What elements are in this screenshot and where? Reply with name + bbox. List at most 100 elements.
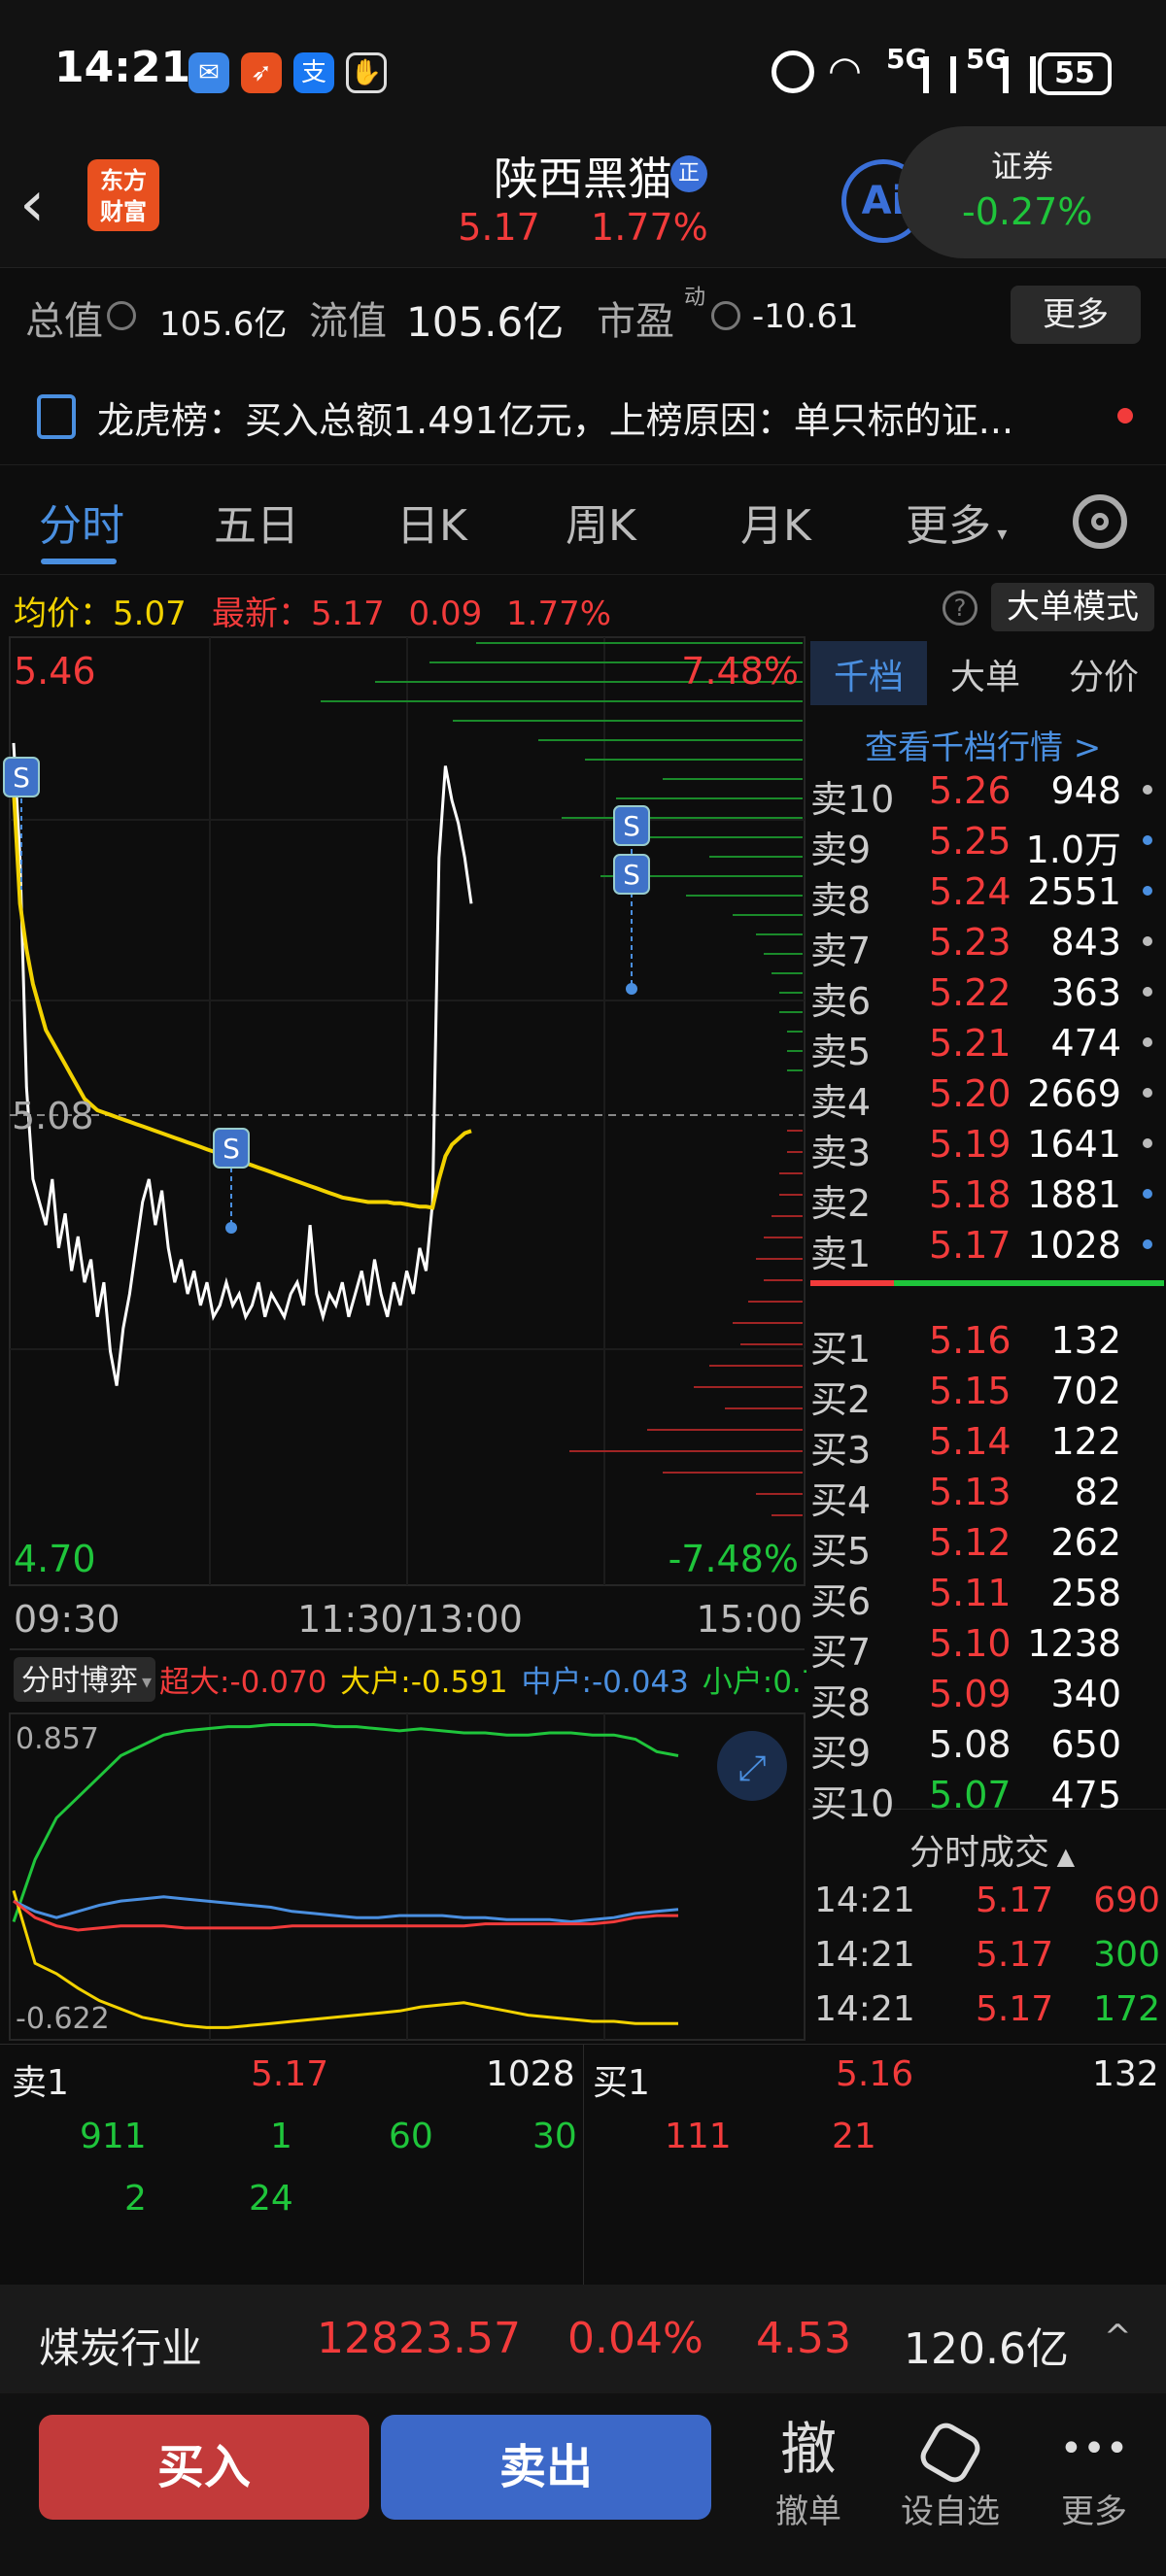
expand-icon: ⤢ bbox=[738, 1748, 767, 1788]
bid-label: 买10 bbox=[810, 1782, 895, 1825]
order-dot-icon bbox=[1143, 936, 1152, 946]
cancel-order-button[interactable]: 撤 撤单 bbox=[750, 2413, 867, 2532]
panel-tab-big-orders[interactable]: 大单 bbox=[950, 649, 1020, 699]
bid-row[interactable]: 买10 5.07 475 bbox=[808, 1768, 1166, 1825]
tab-underline bbox=[41, 559, 117, 564]
chart-tabs: 分时 五日 日K 周K 月K 更多 ▾ bbox=[0, 464, 1166, 575]
info-icon[interactable] bbox=[107, 301, 136, 330]
help-icon[interactable]: ? bbox=[943, 591, 977, 626]
bid-vol: 475 bbox=[1050, 1774, 1121, 1816]
metrics-row: 总值 105.6亿 流值 105.6亿 市盈 动 -10.61 更多 bbox=[0, 270, 1166, 365]
tab-five-day[interactable]: 五日 bbox=[214, 491, 299, 553]
sub-y-min-label: -0.622 bbox=[16, 2002, 110, 2036]
bid-row[interactable]: 买8 5.09 340 bbox=[808, 1667, 1166, 1724]
order-dot-icon bbox=[1143, 785, 1152, 795]
ask-vol: 363 bbox=[1050, 971, 1121, 1014]
ask-row[interactable]: 卖2 5.18 1881 bbox=[808, 1168, 1166, 1225]
industry-points: 4.53 bbox=[756, 2314, 851, 2363]
bid-row[interactable]: 买5 5.12 262 bbox=[808, 1515, 1166, 1573]
sub-series-line bbox=[12, 1723, 679, 1922]
sell-marker-label: S bbox=[13, 762, 30, 794]
sell-marker-label: S bbox=[223, 1133, 240, 1165]
latest-value: 5.17 bbox=[311, 594, 385, 633]
bid-price: 5.07 bbox=[929, 1774, 1012, 1816]
ask-row[interactable]: 卖3 5.19 1641 bbox=[808, 1117, 1166, 1174]
float-cap-label: 流值 bbox=[309, 299, 387, 344]
ask-row[interactable]: 卖9 5.25 1.0万 bbox=[808, 814, 1166, 871]
ask-vol: 474 bbox=[1050, 1022, 1121, 1065]
bid-row[interactable]: 买1 5.16 132 bbox=[808, 1313, 1166, 1371]
sub-y-max-label: 0.857 bbox=[16, 1722, 99, 1756]
trades-title[interactable]: 分时成交 ▲ bbox=[909, 1824, 1075, 1875]
queue-order: 24 bbox=[249, 2179, 293, 2219]
ask-row[interactable]: 卖1 5.17 1028 bbox=[808, 1218, 1166, 1275]
bid-row[interactable]: 买6 5.11 258 bbox=[808, 1566, 1166, 1623]
big-order-mode-button[interactable]: 大单模式 bbox=[991, 583, 1154, 631]
ask-row[interactable]: 卖10 5.26 948 bbox=[808, 763, 1166, 821]
more-button[interactable]: ••• 更多 bbox=[1036, 2413, 1152, 2532]
volume-profile-bars bbox=[321, 642, 803, 1516]
sell-marker-label: S bbox=[623, 810, 640, 842]
gear-icon[interactable] bbox=[1073, 494, 1127, 549]
status-bar: 14:21 ✉ ➶ 支 ✋ ◠ 5G 5G 55 bbox=[0, 0, 1166, 136]
panel-tab-depth[interactable]: 千档 bbox=[834, 649, 904, 699]
price-series bbox=[12, 742, 473, 1386]
caret-up-icon: ▲ bbox=[1049, 1843, 1076, 1870]
industry-pct: 0.04% bbox=[567, 2314, 703, 2363]
bid-vol: 340 bbox=[1050, 1673, 1121, 1715]
bid-row[interactable]: 买3 5.14 122 bbox=[808, 1414, 1166, 1472]
ask-label: 卖1 bbox=[810, 1233, 872, 1275]
tab-more-label: 更多 bbox=[906, 501, 991, 551]
tab-monthly-k[interactable]: 月K bbox=[740, 491, 811, 553]
industry-bar[interactable]: 煤炭行业 12823.57 0.04% 4.53 120.6亿 ^ bbox=[0, 2285, 1166, 2393]
status-time: 14:21 bbox=[54, 43, 191, 92]
info-icon[interactable] bbox=[711, 301, 740, 330]
bid-vol: 650 bbox=[1050, 1723, 1121, 1766]
more-label: 更多 bbox=[1061, 2492, 1127, 2531]
bid-row[interactable]: 买4 5.13 82 bbox=[808, 1465, 1166, 1522]
tab-intraday[interactable]: 分时 bbox=[39, 491, 124, 553]
sub-chart-legend: 超大:-0.070 大户:-0.591 中户:-0.043 小户:0.704 bbox=[159, 1665, 806, 1700]
ask-vol: 2551 bbox=[1027, 870, 1121, 913]
queue-buy-price: 5.16 bbox=[836, 2054, 914, 2094]
trade-price: 5.17 bbox=[976, 1881, 1054, 1920]
news-bar[interactable]: 龙虎榜：买入总额1.491亿元，上榜原因：单只标的证... bbox=[0, 367, 1166, 464]
stock-change-pct: 1.77% bbox=[591, 206, 708, 249]
panel-tab-price-dist[interactable]: 分价 bbox=[1069, 649, 1139, 699]
add-watchlist-button[interactable]: 设自选 bbox=[892, 2413, 1009, 2532]
tab-weekly-k[interactable]: 周K bbox=[566, 491, 636, 553]
intraday-chart[interactable]: S S S S 5.46 5.08 4.70 7.48% -7.48% 09:3… bbox=[0, 635, 806, 2044]
ask-price: 5.24 bbox=[929, 870, 1012, 913]
pe-label: 市盈 bbox=[597, 299, 674, 344]
bid-row[interactable]: 买7 5.10 1238 bbox=[808, 1616, 1166, 1674]
queue-order: 60 bbox=[389, 2117, 433, 2156]
view-depth-link[interactable]: 查看千档行情 > bbox=[865, 721, 1101, 768]
chevron-up-icon[interactable]: ^ bbox=[1104, 2318, 1132, 2356]
ask-row[interactable]: 卖7 5.23 843 bbox=[808, 915, 1166, 972]
ask-row[interactable]: 卖6 5.22 363 bbox=[808, 966, 1166, 1023]
ask-vol: 1028 bbox=[1027, 1224, 1121, 1267]
tab-daily-k[interactable]: 日K bbox=[396, 491, 467, 553]
tab-more[interactable]: 更多 ▾ bbox=[906, 491, 1007, 553]
market-cap-value: 105.6亿 bbox=[159, 305, 288, 344]
bid-vol: 262 bbox=[1050, 1521, 1121, 1564]
float-cap-value: 105.6亿 bbox=[406, 298, 565, 346]
ask-vol: 2669 bbox=[1027, 1072, 1121, 1115]
ask-row[interactable]: 卖5 5.21 474 bbox=[808, 1016, 1166, 1073]
latest-price: 最新：5.17 0.09 1.77% bbox=[212, 587, 611, 634]
sell-button[interactable]: 卖出 bbox=[381, 2415, 711, 2520]
bid-row[interactable]: 买9 5.08 650 bbox=[808, 1717, 1166, 1775]
order-dot-icon bbox=[1143, 886, 1152, 896]
order-dot-icon bbox=[1143, 1138, 1152, 1148]
y-min-label: 4.70 bbox=[14, 1538, 96, 1580]
pe-sup: 动 bbox=[684, 286, 706, 310]
alipay-icon: 支 bbox=[293, 52, 334, 93]
bid-row[interactable]: 买2 5.15 702 bbox=[808, 1364, 1166, 1421]
ask-row[interactable]: 卖8 5.24 2551 bbox=[808, 864, 1166, 922]
queue-order: 111 bbox=[665, 2117, 732, 2156]
buy-button[interactable]: 买入 bbox=[39, 2415, 369, 2520]
queue-sell-label: 卖1 bbox=[12, 2063, 69, 2103]
ask-row[interactable]: 卖4 5.20 2669 bbox=[808, 1067, 1166, 1124]
bid-price: 5.11 bbox=[929, 1572, 1012, 1614]
metrics-more-button[interactable]: 更多 bbox=[1011, 286, 1141, 344]
